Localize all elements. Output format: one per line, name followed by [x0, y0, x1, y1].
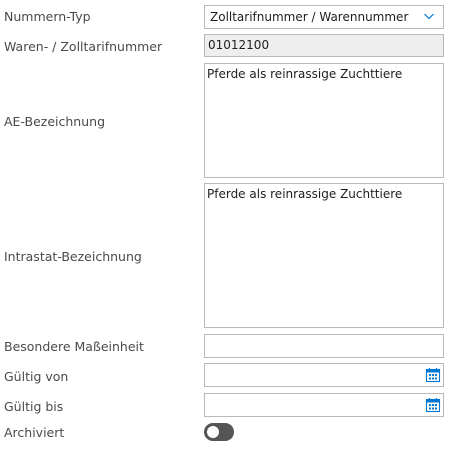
- chevron-down-icon[interactable]: [423, 10, 435, 22]
- nummern-typ-value: Zolltarifnummer / Warennummer: [210, 10, 409, 24]
- ae-bezeichnung-value: Pferde als reinrassige Zuchttiere: [207, 67, 403, 81]
- calendar-icon[interactable]: [425, 397, 441, 413]
- nummern-typ-label: Nummern-Typ: [4, 9, 91, 24]
- besondere-masseinheit-input[interactable]: [204, 334, 444, 358]
- waren-zolltarifnummer-value: 01012100: [208, 38, 270, 52]
- waren-zolltarifnummer-label: Waren- / Zolltarifnummer: [4, 39, 163, 54]
- ae-bezeichnung-textarea[interactable]: Pferde als reinrassige Zuchttiere: [204, 63, 444, 178]
- besondere-masseinheit-label: Besondere Maßeinheit: [4, 339, 144, 354]
- nummern-typ-select[interactable]: Zolltarifnummer / Warennummer: [204, 5, 444, 29]
- intrastat-bezeichnung-value: Pferde als reinrassige Zuchttiere: [207, 187, 403, 201]
- gueltig-bis-input[interactable]: [204, 393, 444, 417]
- intrastat-bezeichnung-label: Intrastat-Bezeichnung: [4, 249, 142, 264]
- form: Nummern-Typ Zolltarifnummer / Warennumme…: [0, 0, 451, 449]
- archiviert-label: Archiviert: [4, 425, 65, 440]
- waren-zolltarifnummer-field: 01012100: [204, 34, 444, 57]
- toggle-knob: [207, 426, 219, 438]
- gueltig-von-input[interactable]: [204, 363, 444, 387]
- gueltig-bis-label: Gültig bis: [4, 399, 64, 414]
- archiviert-toggle[interactable]: [204, 423, 234, 441]
- gueltig-von-label: Gültig von: [4, 369, 69, 384]
- ae-bezeichnung-label: AE-Bezeichnung: [4, 114, 106, 129]
- calendar-icon[interactable]: [425, 367, 441, 383]
- intrastat-bezeichnung-textarea[interactable]: Pferde als reinrassige Zuchttiere: [204, 183, 444, 328]
